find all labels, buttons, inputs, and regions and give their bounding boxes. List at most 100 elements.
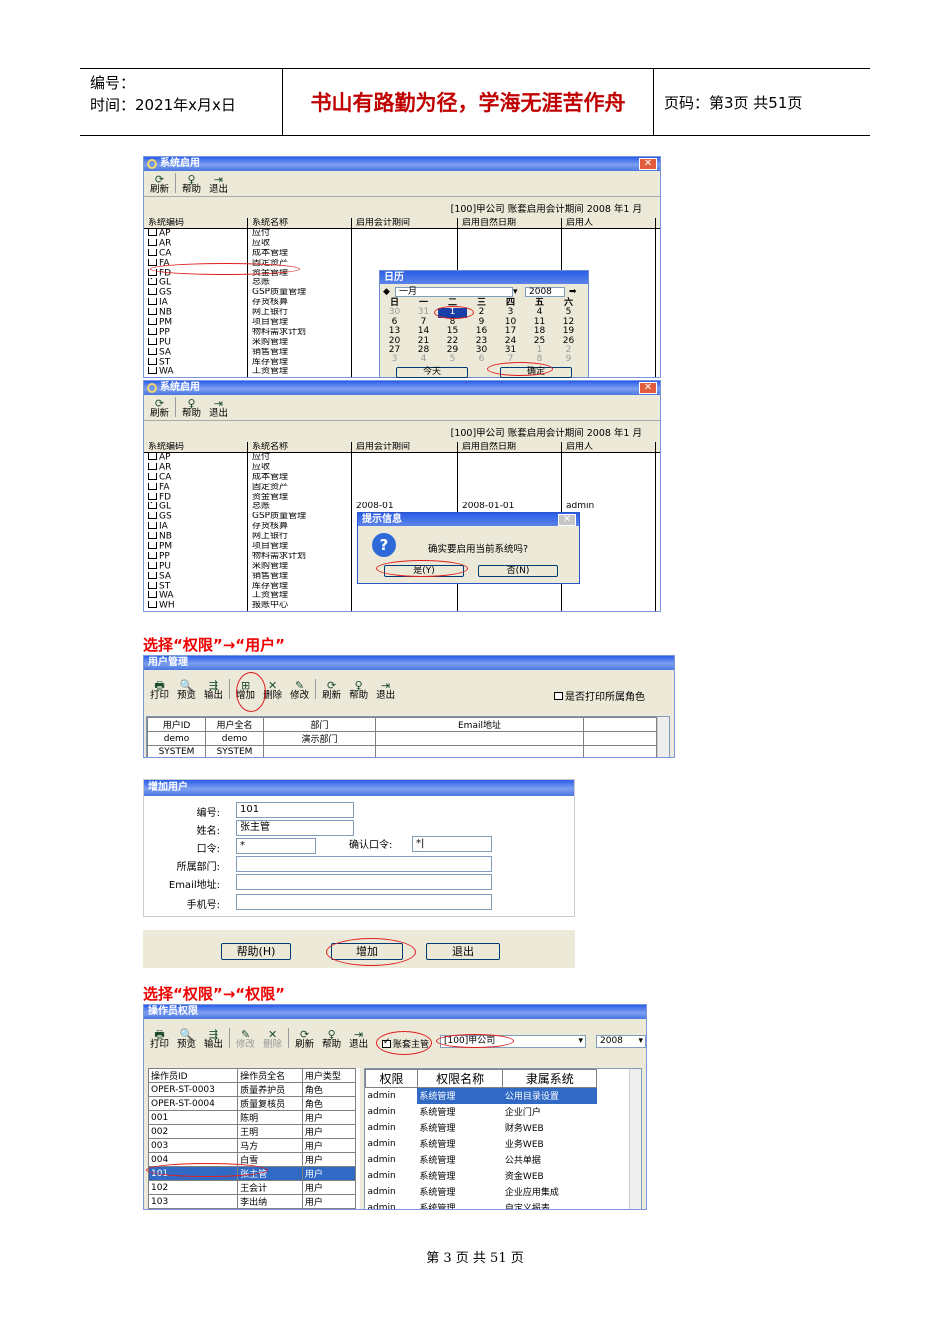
enable-checkbox[interactable] <box>148 453 157 460</box>
table-row[interactable]: WH 报账中心 <box>144 601 660 611</box>
enable-checkbox[interactable] <box>148 512 157 520</box>
refresh-button[interactable]: ⟳ 刷新 <box>295 1029 314 1050</box>
table-row[interactable]: admin 系统管理 业务WEB <box>366 1136 597 1152</box>
calendar-day[interactable]: 6 <box>467 354 496 364</box>
system-code-cell[interactable]: GS <box>144 512 248 523</box>
table-row[interactable]: AR 应收 <box>144 238 660 249</box>
enable-checkbox[interactable] <box>148 492 157 500</box>
print-button[interactable]: 🖶 打印 <box>150 680 169 701</box>
preview-button[interactable]: 🔍 预览 <box>177 1029 196 1050</box>
enable-checkbox[interactable] <box>148 229 157 236</box>
table-row[interactable]: FD 资金管理 <box>144 492 660 503</box>
help-button[interactable]: 帮助(H) <box>221 943 291 960</box>
print-roles-checkbox[interactable] <box>554 692 563 700</box>
exit-button[interactable]: ⇥ 退出 <box>209 398 228 419</box>
table-row[interactable]: 103 李出纳 用户 <box>148 1194 357 1209</box>
table-row[interactable]: admin 系统管理 企业应用集成 <box>366 1184 597 1200</box>
system-code-cell[interactable]: PM <box>144 542 248 552</box>
system-code-cell[interactable]: WA <box>144 591 248 602</box>
year-select[interactable]: 2008 ▾ <box>596 1035 646 1048</box>
enable-checkbox[interactable] <box>148 248 157 256</box>
table-row[interactable]: admin 系统管理 企业门户 <box>366 1104 597 1120</box>
enable-checkbox[interactable] <box>148 377 157 378</box>
table-row[interactable]: OPER-ST-0003 质量养护员 角色 <box>148 1082 357 1097</box>
email-field[interactable] <box>236 874 492 890</box>
table-row[interactable]: CA 成本管理 <box>144 248 660 259</box>
refresh-button[interactable]: ⟳ 刷新 <box>322 680 341 701</box>
table-row[interactable]: WA 工资管理 <box>144 591 660 602</box>
enable-checkbox[interactable] <box>148 551 157 559</box>
enable-checkbox[interactable] <box>148 347 157 355</box>
password-field[interactable]: * <box>236 838 316 854</box>
system-code-cell[interactable]: FA <box>144 482 248 493</box>
system-code-cell[interactable]: AP <box>144 229 248 239</box>
system-code-cell[interactable]: AP <box>144 453 248 463</box>
system-code-cell[interactable]: ST <box>144 581 248 592</box>
enable-checkbox[interactable] <box>148 532 157 540</box>
system-code-cell[interactable]: PP <box>144 551 248 562</box>
system-code-cell[interactable]: AR <box>144 238 248 249</box>
enable-checkbox[interactable] <box>148 542 157 550</box>
enable-checkbox[interactable] <box>148 318 157 326</box>
month-select[interactable]: 一月 <box>395 286 513 297</box>
print-roles-option[interactable]: 是否打印所属角色 <box>554 688 645 703</box>
table-row[interactable]: 001 陈明 用户 <box>148 1110 357 1125</box>
table-row[interactable]: admin 系统管理 公共单据 <box>366 1152 597 1168</box>
table-row[interactable]: OPER-ST-0004 质量复核员 角色 <box>148 1096 357 1111</box>
close-button[interactable]: ✕ <box>558 514 576 526</box>
export-button[interactable]: ⇶ 输出 <box>204 680 223 701</box>
enable-checkbox[interactable] <box>148 288 157 296</box>
exit-button[interactable]: ⇥ 退出 <box>376 680 395 701</box>
system-code-cell[interactable]: PU <box>144 561 248 572</box>
print-button[interactable]: 🖶 打印 <box>150 1029 169 1050</box>
refresh-button[interactable]: ⟳ 刷新 <box>150 398 169 419</box>
calendar-day[interactable]: 9 <box>554 354 583 364</box>
enable-checkbox[interactable] <box>148 258 157 266</box>
enable-checkbox[interactable] <box>148 327 157 335</box>
system-code-cell[interactable]: ST <box>144 357 248 368</box>
system-code-cell[interactable]: GS <box>144 288 248 299</box>
table-row[interactable]: admin 系统管理 自定义报表 <box>366 1200 597 1210</box>
scrollbar[interactable] <box>629 1069 641 1209</box>
exit-button[interactable]: 退出 <box>426 943 500 960</box>
refresh-button[interactable]: ⟳ 刷新 <box>150 174 169 195</box>
enable-checkbox[interactable] <box>148 591 157 599</box>
enable-checkbox[interactable] <box>148 502 157 510</box>
enable-checkbox[interactable] <box>148 337 157 345</box>
enable-checkbox[interactable] <box>148 298 157 306</box>
preview-button[interactable]: 🔍 预览 <box>177 680 196 701</box>
enable-checkbox[interactable] <box>148 462 157 470</box>
user-id-field[interactable]: 101 <box>236 802 354 818</box>
table-row[interactable]: AP 应付 <box>144 229 660 239</box>
mobile-field[interactable] <box>236 894 492 910</box>
system-code-cell[interactable]: WA <box>144 367 248 377</box>
system-code-cell[interactable]: SA <box>144 347 248 358</box>
exit-button[interactable]: ⇥ 退出 <box>209 174 228 195</box>
table-row[interactable]: 002 王明 用户 <box>148 1124 357 1139</box>
confirm-password-field[interactable]: *| <box>412 836 492 852</box>
table-row[interactable]: CA 成本管理 <box>144 472 660 483</box>
enable-checkbox[interactable] <box>148 571 157 579</box>
table-row[interactable]: 102 王会计 用户 <box>148 1180 357 1195</box>
system-code-cell[interactable]: IA <box>144 522 248 533</box>
user-name-field[interactable]: 张主管 <box>236 820 354 836</box>
help-button[interactable]: ♀ 帮助 <box>182 398 201 419</box>
enable-checkbox[interactable] <box>148 367 157 375</box>
help-button[interactable]: ♀ 帮助 <box>349 680 368 701</box>
system-code-cell[interactable]: WH <box>144 601 248 611</box>
delete-button[interactable]: ✕ 删除 <box>263 1029 282 1050</box>
system-code-cell[interactable]: NB <box>144 308 248 319</box>
system-code-cell[interactable]: CA <box>144 472 248 483</box>
year-input[interactable]: 2008 <box>525 286 565 297</box>
enable-checkbox[interactable] <box>148 581 157 589</box>
enable-checkbox[interactable] <box>148 482 157 490</box>
prev-month-button[interactable]: ◆ <box>383 287 395 297</box>
system-code-cell[interactable]: SA <box>144 571 248 582</box>
table-row[interactable]: FA 固定资产 <box>144 482 660 493</box>
close-button[interactable]: ✕ <box>639 158 657 170</box>
table-row[interactable]: admin 系统管理 公用目录设置 <box>366 1087 597 1104</box>
no-button[interactable]: 否(N) <box>478 565 558 577</box>
system-code-cell[interactable]: PU <box>144 337 248 348</box>
system-code-cell[interactable]: FD <box>144 492 248 503</box>
calendar-day[interactable]: 5 <box>438 354 467 364</box>
